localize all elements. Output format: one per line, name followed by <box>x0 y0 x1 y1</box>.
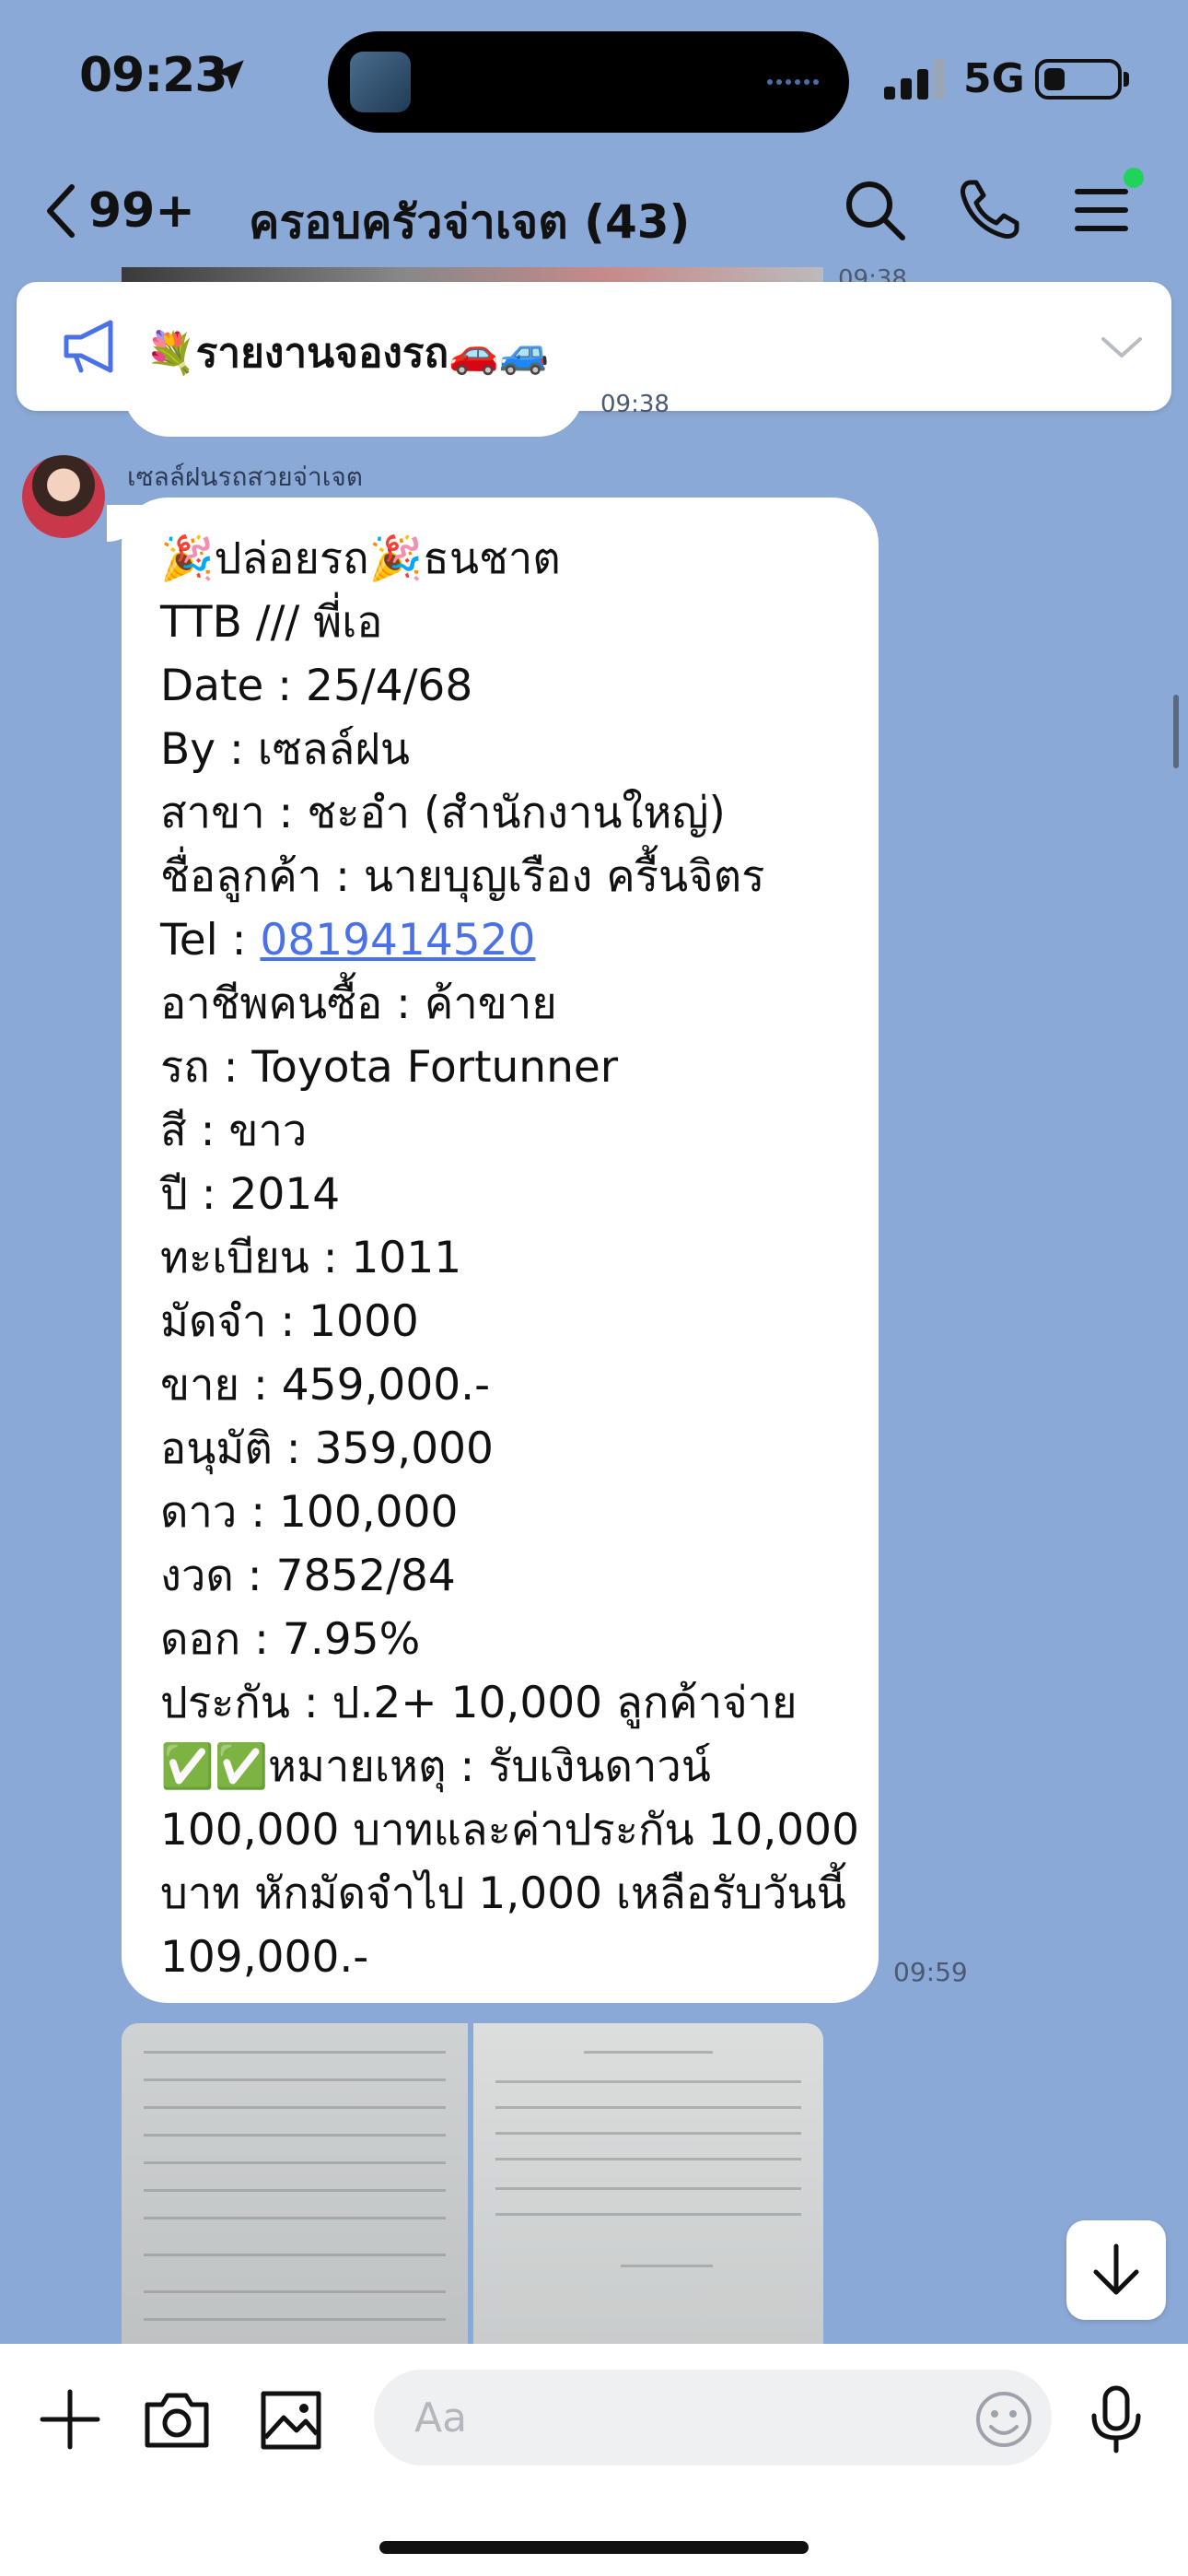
document-line <box>144 2290 446 2293</box>
status-bar: 09:23 5G <box>0 0 1188 157</box>
search-icon[interactable] <box>838 173 912 247</box>
document-line <box>144 2254 446 2256</box>
document-line <box>144 2106 446 2109</box>
image-icon[interactable] <box>252 2381 330 2458</box>
document-line <box>144 2318 446 2321</box>
message-time: 09:59 <box>893 1957 968 1987</box>
document-line <box>144 2051 446 2054</box>
document-line <box>144 2217 446 2219</box>
phone-icon[interactable] <box>952 173 1026 247</box>
previous-message-bubble <box>123 387 584 437</box>
cellular-signal-icon <box>884 59 945 100</box>
sender-name: เซลล์ฝนรถสวยจ่าเจต <box>127 462 363 492</box>
scrollbar[interactable] <box>1173 695 1179 768</box>
emoji-icon[interactable] <box>969 2384 1039 2454</box>
home-indicator <box>379 2541 809 2554</box>
announcement-text: 💐รายงานจองรถ🚗🚙 <box>146 330 550 377</box>
microphone-icon[interactable] <box>1077 2381 1155 2458</box>
previous-message-time: 09:38 <box>600 391 670 418</box>
document-line <box>144 2161 446 2164</box>
back-button[interactable]: 99+ <box>42 179 195 243</box>
plus-icon[interactable] <box>31 2381 109 2458</box>
now-playing-thumbnail <box>350 52 411 112</box>
document-line <box>144 2078 446 2081</box>
message-text-part-2: อาชีพคนซื้อ : ค้าขาย รถ : Toyota Fortunn… <box>160 978 859 1983</box>
message-text-part-1: 🎉ปล่อยรถ🎉ธนชาต TTB /// พี่เอ Date : 25/4… <box>160 533 765 966</box>
unread-count: 99+ <box>88 183 195 239</box>
document-line <box>495 2132 801 2135</box>
document-line <box>144 2189 446 2192</box>
chevron-left-icon <box>47 184 75 238</box>
megaphone-icon <box>64 320 113 373</box>
document-line <box>495 2187 801 2190</box>
notification-dot <box>1124 168 1144 188</box>
document-line <box>584 2051 713 2054</box>
document-line <box>495 2158 801 2160</box>
battery-level <box>1044 68 1065 90</box>
message-input[interactable] <box>374 2370 1052 2465</box>
waveform-icon <box>767 79 819 85</box>
document-photo-1[interactable] <box>122 2023 468 2344</box>
document-line <box>495 2080 801 2083</box>
arrow-down-icon <box>1093 2243 1139 2295</box>
composer-bar <box>0 2344 1188 2576</box>
chat-header: 99+ ครอบครัวจ่าเจต (43) <box>0 157 1188 267</box>
status-time: 09:23 <box>79 48 228 103</box>
document-line <box>621 2265 713 2267</box>
scroll-to-bottom-button[interactable] <box>1066 2220 1166 2320</box>
sender-avatar[interactable] <box>22 455 105 538</box>
document-line <box>495 2213 801 2216</box>
phone-link[interactable]: 0819414520 <box>260 915 535 966</box>
document-line <box>144 2134 446 2137</box>
chat-title[interactable]: ครอบครัวจ่าเจต (43) <box>249 186 690 259</box>
location-arrow-icon <box>215 60 244 89</box>
document-line <box>495 2106 801 2109</box>
battery-icon <box>1035 59 1122 100</box>
message-text: 🎉ปล่อยรถ🎉ธนชาต TTB /// พี่เอ Date : 25/4… <box>160 527 860 1989</box>
document-photo-2[interactable] <box>473 2023 823 2344</box>
battery-tip <box>1124 72 1129 87</box>
camera-icon[interactable] <box>138 2381 215 2458</box>
chevron-down-icon[interactable] <box>1094 324 1149 370</box>
network-type: 5G <box>963 55 1025 102</box>
dynamic-island <box>328 31 849 133</box>
